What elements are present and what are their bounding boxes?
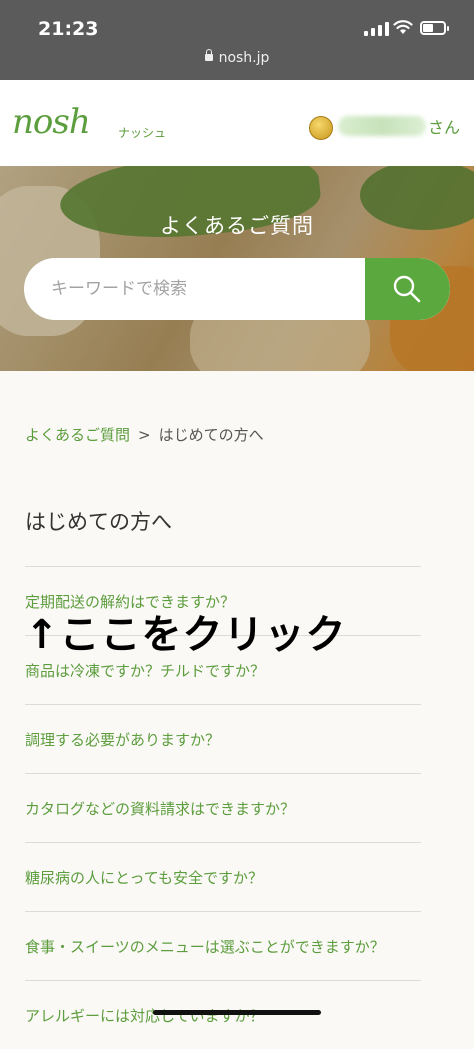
nosh-logo[interactable]: nosh xyxy=(12,102,91,142)
wifi-icon xyxy=(393,20,413,34)
lock-icon xyxy=(204,49,213,61)
search-button[interactable] xyxy=(365,258,450,320)
search-icon xyxy=(393,275,421,303)
hero-title: よくあるご質問 xyxy=(160,214,314,238)
cellular-signal-icon xyxy=(364,22,389,36)
url-bar[interactable]: nosh.jp xyxy=(0,49,474,66)
faq-question-link[interactable]: アレルギーには対応していますか？ xyxy=(25,1005,265,1026)
faq-item[interactable]: カタログなどの資料請求はできますか？ xyxy=(25,773,421,842)
faq-question-link[interactable]: カタログなどの資料請求はできますか？ xyxy=(25,798,295,819)
user-coin-icon[interactable] xyxy=(309,116,333,140)
faq-question-link[interactable]: 調理する必要がありますか？ xyxy=(25,729,220,750)
page-title: はじめての方へ xyxy=(25,510,172,534)
breadcrumb-separator: > xyxy=(138,426,151,444)
faq-question-link[interactable]: 食事・スイーツのメニューは選ぶことができますか？ xyxy=(25,936,385,957)
faq-item[interactable]: 食事・スイーツのメニューは選ぶことができますか？ xyxy=(25,911,421,980)
click-here-annotation: ↑ここをクリック xyxy=(25,612,347,658)
user-name-blurred[interactable] xyxy=(338,116,426,136)
breadcrumb: よくあるご質問 > はじめての方へ xyxy=(25,424,264,445)
search-box xyxy=(24,258,450,320)
hero-banner: よくあるご質問 xyxy=(0,166,474,371)
home-indicator[interactable] xyxy=(153,1010,321,1015)
breadcrumb-current: はじめての方へ xyxy=(158,426,264,444)
url-text: nosh.jp xyxy=(218,50,270,66)
user-suffix: さん xyxy=(428,118,461,137)
faq-item[interactable]: 糖尿病の人にとっても安全ですか？ xyxy=(25,842,421,911)
clock: 21:23 xyxy=(38,18,99,40)
status-bar: 21:23 nosh.jp xyxy=(0,0,474,80)
logo-subtitle: ナッシュ xyxy=(118,126,167,140)
faq-question-link[interactable]: 糖尿病の人にとっても安全ですか？ xyxy=(25,867,263,888)
faq-question-link[interactable]: 商品は冷凍ですか？チルドですか？ xyxy=(25,660,265,681)
battery-icon xyxy=(420,21,449,35)
search-input[interactable] xyxy=(24,258,364,320)
breadcrumb-link-faq[interactable]: よくあるご質問 xyxy=(25,426,130,444)
faq-item[interactable]: 調理する必要がありますか？ xyxy=(25,704,421,773)
